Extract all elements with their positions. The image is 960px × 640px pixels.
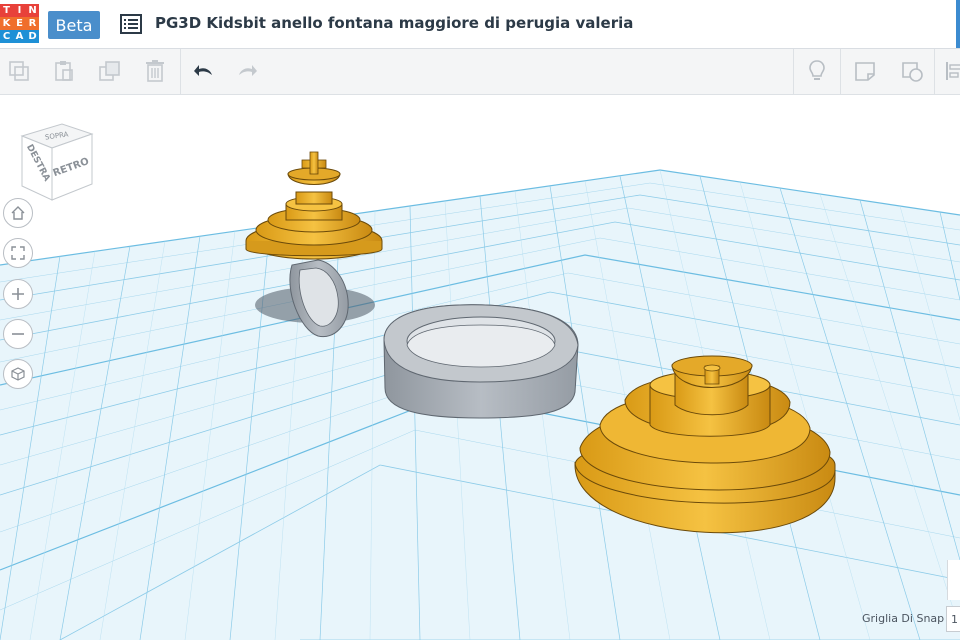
toolbar-separator: [180, 49, 181, 94]
toolbar-separator: [793, 49, 794, 94]
view-cube[interactable]: SOPRA DESTRA RETRO: [18, 120, 98, 202]
ring-band-gray[interactable]: [383, 304, 579, 419]
zoom-in-icon: [12, 288, 24, 300]
undo-icon[interactable]: [190, 57, 218, 85]
perspective-button[interactable]: [3, 359, 33, 389]
workplane-canvas[interactable]: [0, 95, 960, 640]
delete-icon[interactable]: [141, 57, 169, 85]
logo-letter: R: [26, 17, 39, 30]
shapes-icon[interactable]: [898, 57, 926, 85]
side-panel-edge: [947, 560, 960, 600]
logo-letter: K: [0, 17, 13, 30]
duplicate-icon[interactable]: [96, 57, 124, 85]
fit-view-button[interactable]: [3, 238, 33, 268]
redo-icon[interactable]: [233, 57, 261, 85]
home-icon: [11, 206, 25, 220]
design-title[interactable]: PG3D Kidsbit anello fontana maggiore di …: [155, 14, 633, 32]
edit-toolbar: [0, 49, 960, 95]
toolbar-separator: [840, 49, 841, 94]
logo-letter: A: [13, 30, 26, 43]
header-edge: [956, 0, 960, 48]
zoom-out-icon: [12, 333, 24, 335]
logo-letter: N: [26, 4, 39, 17]
zoom-in-button[interactable]: [3, 279, 33, 309]
zoom-out-button[interactable]: [3, 319, 33, 349]
fit-view-icon: [11, 246, 25, 260]
snap-grid-select[interactable]: 1: [946, 606, 960, 632]
logo-letter: I: [13, 4, 26, 17]
note-icon[interactable]: [851, 57, 879, 85]
light-bulb-icon[interactable]: [803, 57, 831, 85]
home-view-button[interactable]: [3, 198, 33, 228]
logo-letter: C: [0, 30, 13, 43]
paste-icon[interactable]: [50, 57, 78, 85]
tinkercad-logo[interactable]: T I N K E R C A D: [0, 4, 40, 44]
perspective-icon: [11, 367, 25, 381]
snap-grid-label: Griglia Di Snap: [862, 612, 945, 625]
align-icon[interactable]: [941, 57, 960, 85]
logo-letter: D: [26, 30, 39, 43]
top-bar: T I N K E R C A D Beta PG3D Kidsbit anel…: [0, 0, 960, 49]
logo-letter: T: [0, 4, 13, 17]
beta-badge[interactable]: Beta: [48, 11, 100, 39]
copy-icon[interactable]: [5, 57, 33, 85]
list-icon[interactable]: [120, 14, 142, 34]
toolbar-separator: [934, 49, 935, 94]
logo-letter: E: [13, 17, 26, 30]
